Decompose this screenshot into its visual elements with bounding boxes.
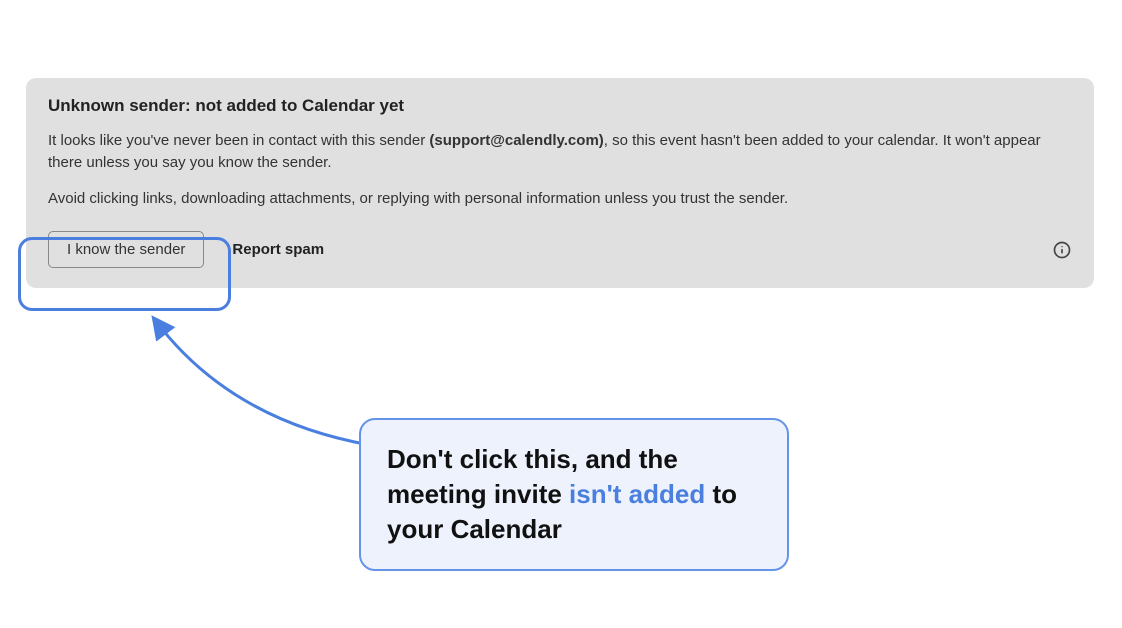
- annotation-callout: Don't click this, and the meeting invite…: [359, 418, 789, 571]
- banner-body-text: It looks like you've never been in conta…: [48, 130, 1072, 174]
- banner-warning-text: Avoid clicking links, downloading attach…: [48, 188, 1072, 210]
- report-spam-button[interactable]: Report spam: [232, 241, 324, 258]
- banner-body-prefix: It looks like you've never been in conta…: [48, 132, 429, 149]
- callout-highlighted: isn't added: [569, 479, 705, 509]
- info-icon[interactable]: [1052, 240, 1072, 260]
- i-know-the-sender-button[interactable]: I know the sender: [48, 231, 204, 268]
- unknown-sender-banner: Unknown sender: not added to Calendar ye…: [26, 78, 1094, 288]
- banner-title: Unknown sender: not added to Calendar ye…: [48, 96, 1072, 116]
- banner-sender-email: (support@calendly.com): [429, 132, 603, 149]
- banner-actions: I know the sender Report spam: [48, 231, 1072, 268]
